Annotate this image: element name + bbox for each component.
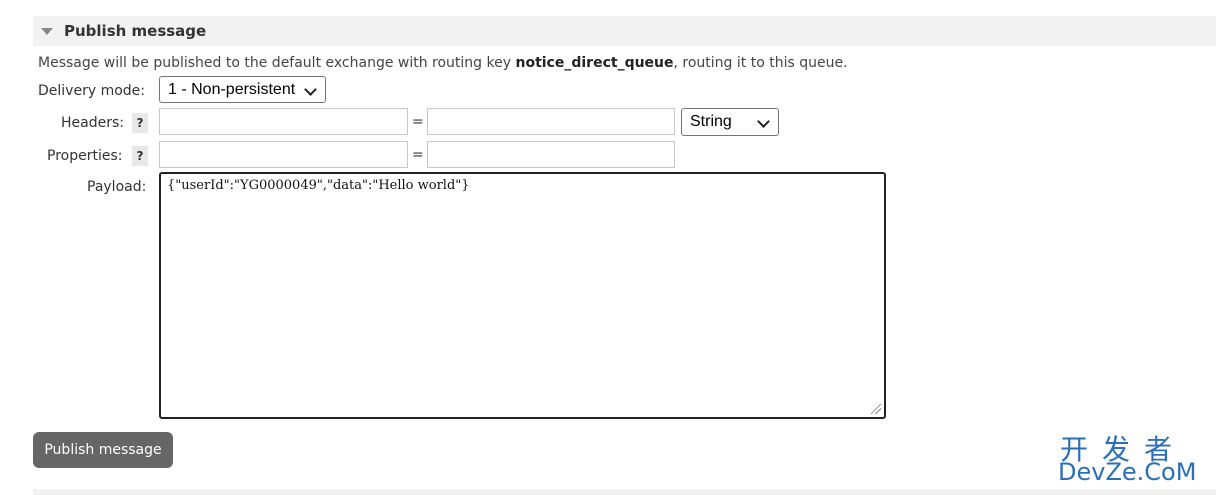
chevron-down-icon [304, 83, 317, 96]
payload-label: Payload: [87, 179, 147, 195]
properties-equals: = [412, 147, 424, 163]
delivery-mode-label: Delivery mode: [38, 83, 145, 99]
watermark-logo: 开发者 DevZe.CoM [1058, 428, 1208, 490]
headers-type-value: String [690, 113, 732, 130]
properties-value-input[interactable] [427, 141, 675, 168]
headers-type-select[interactable]: String [681, 108, 779, 136]
watermark-line2: DevZe.CoM [1058, 458, 1197, 486]
headers-equals: = [412, 114, 424, 130]
footer-divider [33, 489, 1216, 495]
intro-prefix: Message will be published to the default… [38, 55, 516, 71]
headers-value-input[interactable] [427, 108, 675, 135]
resize-grip-icon[interactable] [871, 404, 881, 414]
intro-text: Message will be published to the default… [38, 55, 848, 71]
properties-label: Properties: [47, 148, 123, 164]
headers-label: Headers: [61, 115, 124, 131]
delivery-mode-value: 1 - Non-persistent [168, 80, 296, 98]
collapse-arrow-icon[interactable] [41, 28, 53, 35]
intro-suffix: , routing it to this queue. [673, 55, 848, 71]
section-title: Publish message [64, 22, 207, 40]
publish-message-button[interactable]: Publish message [33, 432, 173, 468]
delivery-mode-select[interactable]: 1 - Non-persistent [159, 76, 326, 103]
section-header[interactable]: Publish message [33, 16, 1216, 46]
payload-value: {"userId":"YG0000049","data":"Hello worl… [167, 178, 470, 193]
properties-key-input[interactable] [159, 141, 408, 168]
routing-key: notice_direct_queue [515, 55, 674, 71]
headers-help-button[interactable]: ? [132, 113, 148, 133]
headers-key-input[interactable] [159, 108, 408, 135]
chevron-down-icon [757, 115, 770, 128]
payload-textarea[interactable]: {"userId":"YG0000049","data":"Hello worl… [159, 172, 886, 419]
properties-help-button[interactable]: ? [132, 146, 148, 166]
